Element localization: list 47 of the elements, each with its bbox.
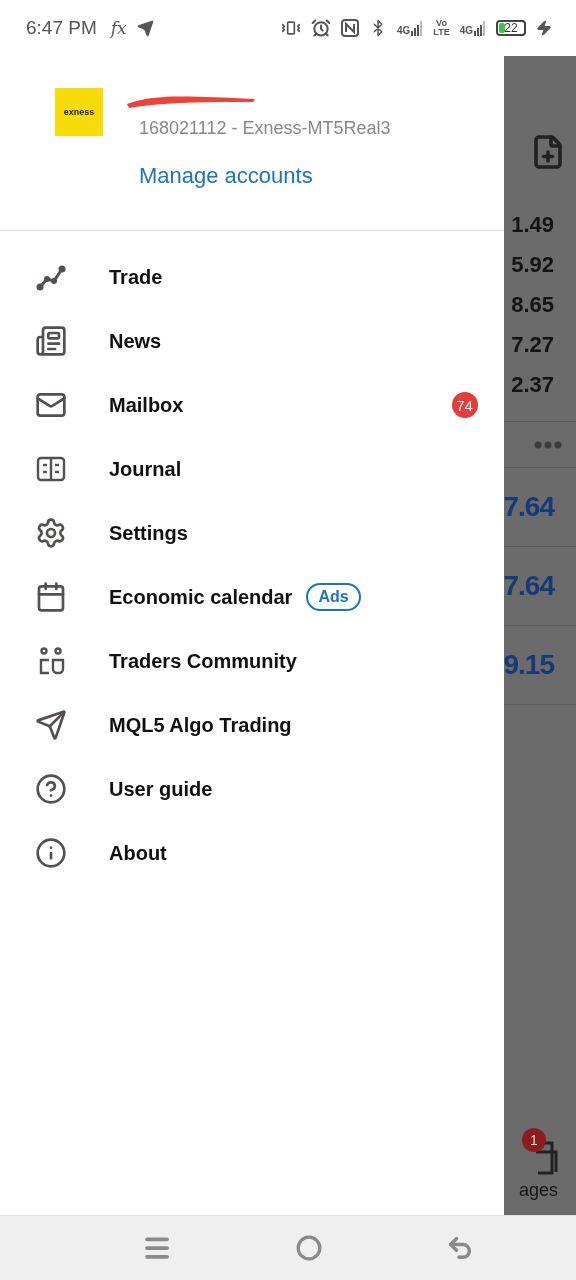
menu-item[interactable]: MQL5 Algo Trading — [0, 693, 504, 757]
ads-tag: Ads — [306, 583, 361, 611]
unread-count-badge: 74 — [451, 392, 478, 418]
total-value: 9.15 — [503, 626, 576, 705]
network-label: 4G — [396, 26, 411, 36]
status-time: 6:47 PM — [26, 17, 97, 39]
battery-icon: 22 — [496, 20, 526, 36]
vibrate-icon — [280, 18, 301, 38]
menu-item[interactable]: About — [0, 821, 504, 885]
more-dots-icon — [533, 440, 562, 449]
manage-accounts-link[interactable]: Manage accounts — [139, 163, 313, 189]
account-details: 168021112 - Exness-MT5Real3 — [139, 118, 391, 139]
nfc-icon — [340, 19, 359, 37]
home-icon[interactable] — [296, 1235, 322, 1261]
charging-icon — [536, 20, 552, 36]
broker-logo: exness — [55, 88, 103, 136]
signal-icon — [411, 20, 424, 36]
paper-plane-icon — [136, 19, 154, 37]
price-value: 8.65 — [510, 291, 555, 319]
volte-label: Vo LTE — [433, 19, 450, 37]
alarm-icon — [310, 18, 331, 38]
price-value: 5.92 — [510, 251, 555, 279]
calendar-icon — [35, 581, 67, 613]
menu-item[interactable]: Mailbox 74 — [0, 373, 504, 437]
paper-plane-icon — [35, 709, 67, 741]
help-icon — [35, 773, 67, 805]
signal-icon — [474, 20, 486, 36]
newspaper-icon — [35, 325, 67, 357]
back-icon[interactable] — [446, 1234, 474, 1262]
network-label: 4G — [459, 26, 473, 36]
app-notification-icon: fx — [110, 18, 127, 38]
menu-item[interactable]: Settings — [0, 501, 504, 565]
tab-label: ages — [518, 1180, 558, 1201]
menu-item[interactable]: Journal — [0, 437, 504, 501]
total-value: 7.64 — [503, 468, 576, 547]
menu-item[interactable]: News — [0, 309, 504, 373]
total-value: 7.64 — [503, 547, 576, 626]
menu-item[interactable]: User guide — [0, 757, 504, 821]
price-value: 2.37 — [510, 371, 555, 399]
menu-item[interactable]: Trade — [0, 245, 504, 309]
menu-item[interactable]: Economic calendar Ads — [0, 565, 504, 629]
notification-badge: 1 — [522, 1128, 546, 1152]
info-icon — [35, 837, 67, 869]
price-value: 1.49 — [510, 211, 555, 239]
menu-item[interactable]: Traders Community — [0, 629, 504, 693]
settings-icon — [35, 517, 67, 549]
price-value: 7.27 — [510, 331, 555, 359]
